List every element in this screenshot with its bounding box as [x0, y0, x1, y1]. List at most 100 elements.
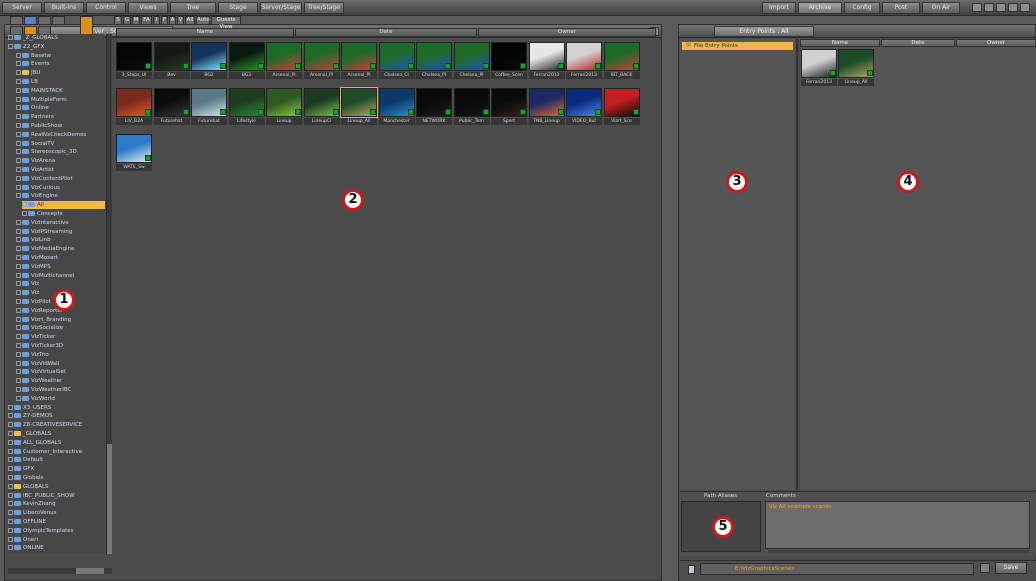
tree-item[interactable]: Basetw — [16, 52, 105, 60]
trash-icon[interactable] — [688, 565, 695, 574]
tree-item[interactable]: VizWorld — [16, 395, 105, 403]
scene-thumbnail[interactable]: BG3 — [228, 42, 265, 80]
filter-button[interactable]: V — [177, 16, 184, 25]
expand-icon[interactable] — [8, 439, 13, 445]
scene-thumbnail[interactable]: Chelsea_Pl — [416, 42, 452, 80]
column-header-name[interactable]: Name — [800, 39, 880, 47]
minimize-icon[interactable] — [984, 3, 994, 12]
tree-item[interactable]: Default — [8, 456, 105, 464]
tree-item[interactable]: VizMosart — [16, 254, 105, 262]
tree-item[interactable]: Z8-CREATIVESERVICE — [8, 421, 105, 429]
expand-icon[interactable] — [8, 43, 13, 49]
expand-icon[interactable] — [16, 228, 21, 234]
expand-icon[interactable] — [16, 246, 21, 252]
expand-icon[interactable] — [16, 70, 21, 76]
expand-icon[interactable] — [16, 316, 21, 322]
column-header-owner[interactable]: Owner — [956, 39, 1036, 47]
scene-thumbnail[interactable]: Chelsea_Cl — [378, 42, 415, 80]
tree-item[interactable]: OlympicTemplates — [8, 527, 105, 535]
tree-item[interactable]: VizSocialize — [16, 324, 105, 332]
scrollbar-thumb[interactable] — [76, 568, 104, 574]
scene-thumbnail[interactable]: Futurehat — [153, 88, 190, 126]
entry-point-thumbnail[interactable]: Lineup_All — [838, 49, 874, 87]
save-button[interactable]: Save — [995, 562, 1027, 574]
expand-icon[interactable] — [8, 475, 13, 480]
column-header-date[interactable]: Date — [881, 39, 955, 47]
column-header-date[interactable]: Date — [295, 28, 477, 37]
scene-thumbnail[interactable]: VIDEO_Buf — [566, 88, 602, 126]
expand-icon[interactable] — [8, 422, 13, 428]
scene-thumbnail[interactable]: Manchester — [378, 88, 415, 126]
scene-thumbnail[interactable]: Vizrt_Sco — [603, 88, 640, 126]
tree-item[interactable]: MAINSTACK — [16, 87, 105, 95]
filter-button[interactable]: Guests View — [211, 16, 241, 30]
scene-thumbnail[interactable]: Chelsea_Pl — [453, 42, 490, 80]
tree-item[interactable]: Concepts — [22, 210, 105, 218]
tree-item[interactable]: Online — [16, 104, 105, 112]
scene-thumbnail[interactable]: WATE_Sw — [116, 134, 152, 172]
menu-tab-import[interactable]: Import — [762, 2, 796, 14]
filter-button[interactable]: FA — [141, 16, 152, 25]
expand-icon[interactable] — [8, 466, 13, 472]
tree-item[interactable]: _Z_GLOBALS — [8, 34, 105, 42]
path-input[interactable]: E:\VizGraphicsScenes — [700, 563, 974, 575]
tree-horizontal-scrollbar[interactable] — [8, 568, 112, 574]
expand-icon[interactable] — [16, 360, 21, 366]
expand-icon[interactable] — [16, 167, 21, 172]
filter-button[interactable]: S — [114, 16, 122, 25]
tree-item[interactable]: ONLINE — [8, 544, 105, 552]
comment-textarea[interactable]: Viz All example scenes — [765, 501, 1030, 549]
expand-icon[interactable] — [16, 52, 21, 58]
tree-item[interactable]: VizWeather — [16, 377, 105, 385]
tree-item[interactable]: GLOBALS — [8, 483, 105, 491]
tree-item[interactable]: VizTrio — [16, 351, 105, 359]
tree-item[interactable]: SocialTV — [16, 140, 105, 148]
expand-icon[interactable] — [16, 96, 21, 102]
tree-item[interactable]: All — [22, 201, 105, 210]
scene-thumbnail[interactable]: Bev — [153, 42, 190, 80]
entry-point-file-entry-points[interactable]: File Entry Points — [682, 42, 793, 50]
tree-item[interactable]: MultipleForm — [16, 96, 105, 104]
scene-thumbnail[interactable]: Ferrari2013 — [528, 42, 565, 80]
expand-icon[interactable] — [8, 501, 13, 507]
tree-item[interactable]: Customer_Interactive — [8, 448, 105, 456]
expand-icon[interactable] — [16, 369, 21, 375]
tree-item[interactable]: ALL_GLOBALS — [8, 439, 105, 447]
expand-icon[interactable] — [16, 334, 21, 340]
grid-view-icon[interactable] — [52, 16, 65, 25]
menu-tab-config[interactable]: Config — [844, 2, 880, 14]
scene-thumbnail[interactable]: NETWORK — [416, 88, 452, 126]
expand-icon[interactable] — [8, 527, 13, 533]
tree-view-icon[interactable] — [10, 16, 23, 25]
tree-item[interactable]: KevinZhang — [8, 500, 105, 508]
tree-item[interactable]: LiberoVenus — [8, 509, 105, 517]
scene-thumbnail[interactable]: Public_Tom — [453, 88, 490, 126]
expand-icon[interactable] — [16, 61, 21, 67]
expand-icon[interactable] — [16, 307, 21, 313]
scene-thumbnail[interactable]: Lineup — [266, 88, 302, 126]
tree-item[interactable]: PublicShow — [16, 122, 105, 130]
scene-thumbnail[interactable]: LIV_B2A — [116, 88, 152, 126]
list-view-icon[interactable] — [38, 16, 51, 25]
expand-icon[interactable] — [16, 79, 21, 84]
expand-icon[interactable] — [16, 131, 21, 137]
expand-icon[interactable] — [16, 299, 21, 304]
menu-tab-tree[interactable]: Tree — [170, 2, 216, 14]
tree-item[interactable]: GFX — [8, 465, 105, 473]
expand-icon[interactable] — [16, 272, 21, 278]
expand-icon[interactable] — [16, 325, 21, 331]
expand-icon[interactable] — [8, 431, 13, 436]
expand-icon[interactable] — [16, 378, 21, 384]
tree-item[interactable]: VizTicker — [16, 333, 105, 341]
scene-thumbnail[interactable]: 3_Steps_Ul — [116, 42, 152, 80]
scene-thumbnail[interactable]: TNB_Lineup — [528, 88, 565, 126]
restore-icon[interactable] — [1008, 3, 1018, 12]
menu-tab-post[interactable]: Post — [882, 2, 920, 14]
menu-tab-on-air[interactable]: On Air — [922, 2, 960, 14]
tree-item[interactable]: VizMPS — [16, 263, 105, 271]
scene-thumbnail[interactable]: IBT_BACK — [603, 42, 640, 80]
tree-item[interactable]: VizCurious — [16, 184, 105, 192]
menu-tab-control[interactable]: Control — [86, 2, 126, 14]
filter-button[interactable]: G — [123, 16, 131, 25]
filter-button[interactable]: A — [169, 16, 176, 25]
